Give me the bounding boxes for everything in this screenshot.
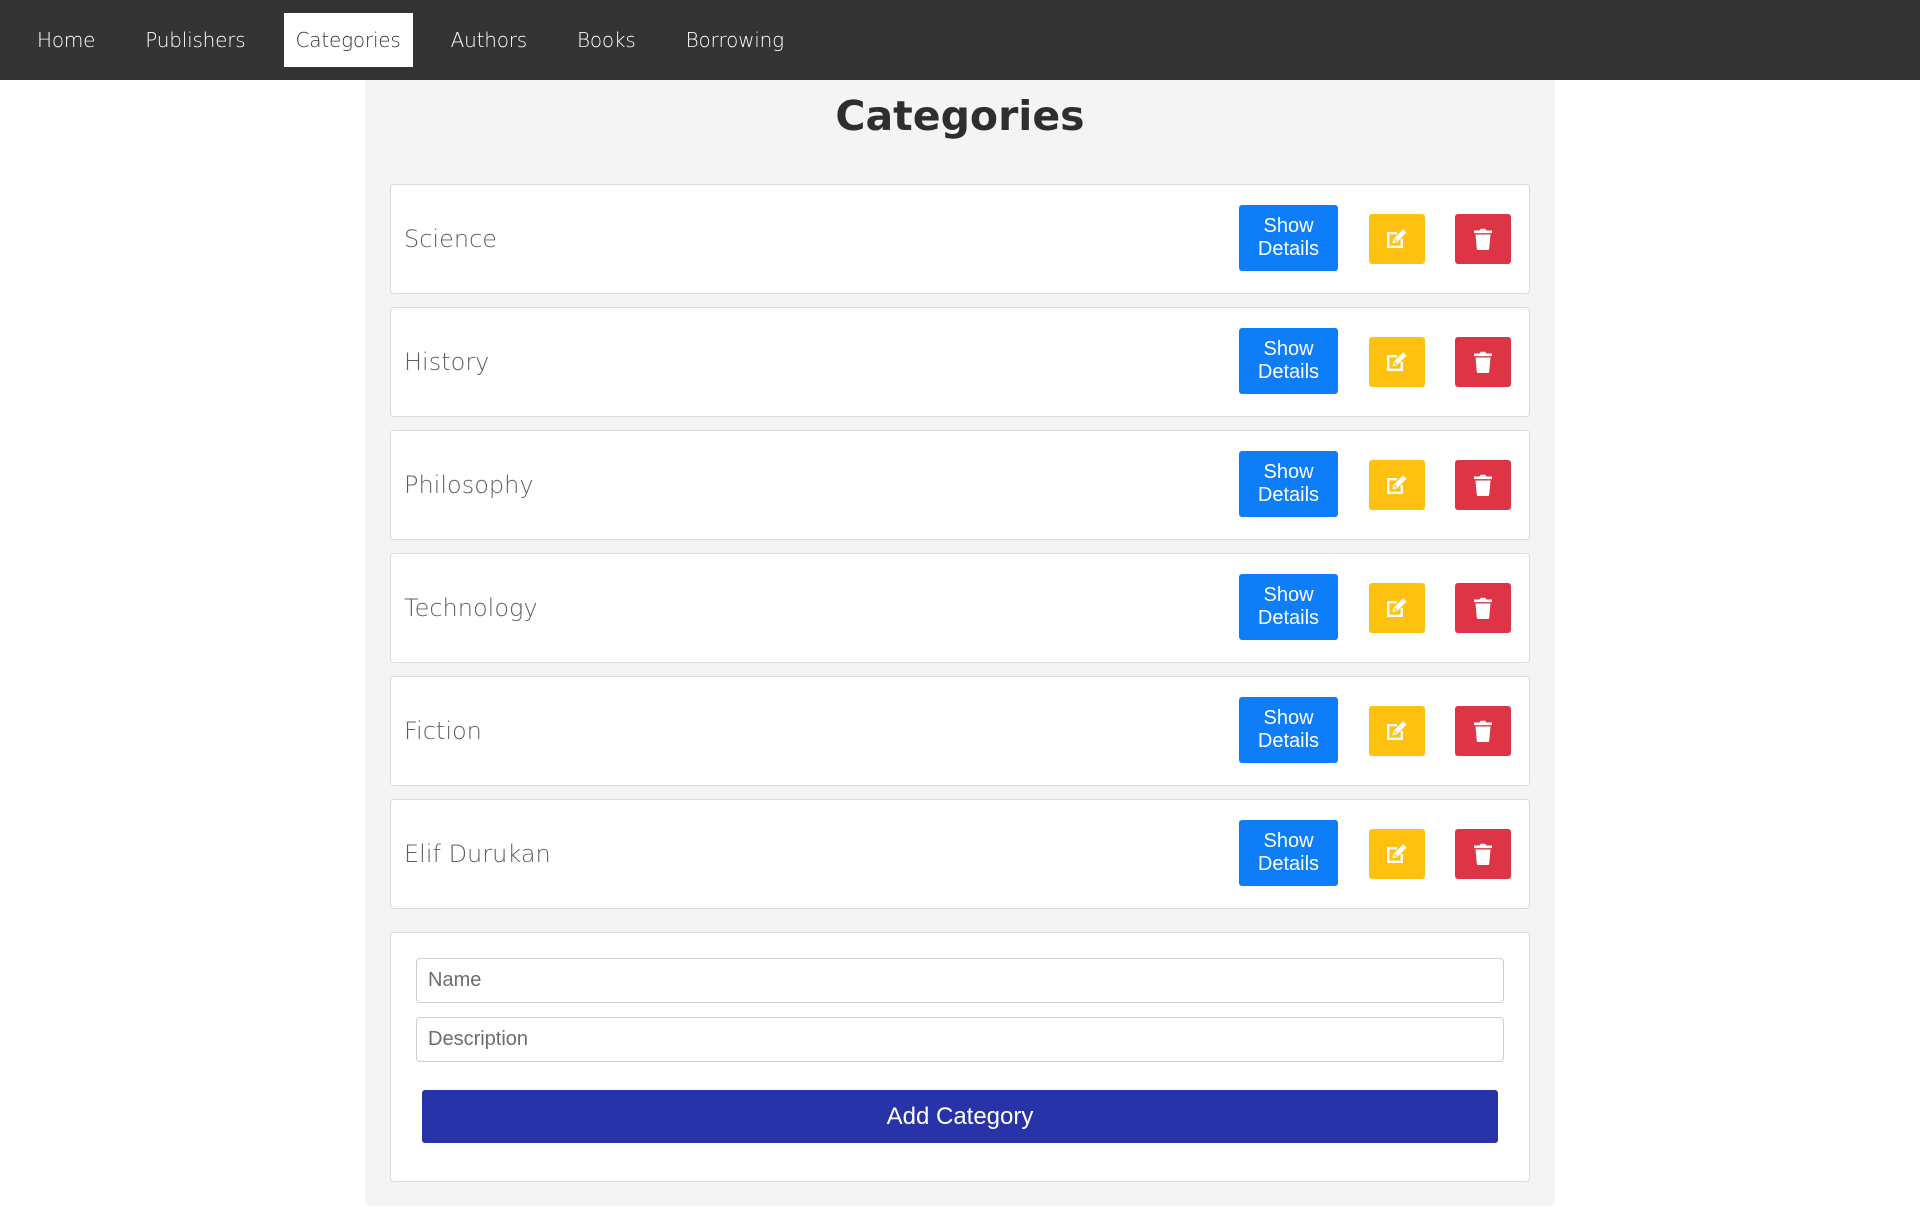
category-card: Philosophy Show Details xyxy=(390,430,1530,540)
edit-button[interactable] xyxy=(1369,829,1425,879)
show-details-button[interactable]: Show Details xyxy=(1239,205,1338,271)
show-details-button[interactable]: Show Details xyxy=(1239,328,1338,394)
nav-item-borrowing[interactable]: Borrowing xyxy=(674,13,796,67)
delete-button[interactable] xyxy=(1455,460,1511,510)
category-name: Science xyxy=(404,225,498,253)
name-input[interactable] xyxy=(416,958,1504,1003)
trash-icon xyxy=(1474,474,1492,496)
category-name: Elif Durukan xyxy=(404,840,551,868)
edit-icon xyxy=(1387,721,1407,740)
category-card: Fiction Show Details xyxy=(390,676,1530,786)
add-category-button[interactable]: Add Category xyxy=(422,1090,1498,1143)
category-card: Technology Show Details xyxy=(390,553,1530,663)
nav-item-authors[interactable]: Authors xyxy=(439,13,539,67)
trash-icon xyxy=(1474,720,1492,742)
category-name: History xyxy=(404,348,490,376)
delete-button[interactable] xyxy=(1455,337,1511,387)
trash-icon xyxy=(1474,597,1492,619)
edit-icon xyxy=(1387,352,1407,371)
show-details-button[interactable]: Show Details xyxy=(1239,820,1338,886)
edit-icon xyxy=(1387,475,1407,494)
category-card: History Show Details xyxy=(390,307,1530,417)
category-name: Fiction xyxy=(404,717,482,745)
category-card: Science Show Details xyxy=(390,184,1530,294)
description-input[interactable] xyxy=(416,1017,1504,1062)
edit-icon xyxy=(1387,844,1407,863)
category-card: Elif Durukan Show Details xyxy=(390,799,1530,909)
edit-button[interactable] xyxy=(1369,706,1425,756)
edit-button[interactable] xyxy=(1369,214,1425,264)
add-category-form: Add Category xyxy=(390,932,1530,1182)
trash-icon xyxy=(1474,843,1492,865)
delete-button[interactable] xyxy=(1455,214,1511,264)
edit-button[interactable] xyxy=(1369,583,1425,633)
edit-button[interactable] xyxy=(1369,460,1425,510)
delete-button[interactable] xyxy=(1455,829,1511,879)
nav-item-publishers[interactable]: Publishers xyxy=(133,13,257,67)
nav-item-books[interactable]: Books xyxy=(565,13,648,67)
main-container: Categories Science Show Details History … xyxy=(365,80,1555,1206)
delete-button[interactable] xyxy=(1455,706,1511,756)
show-details-button[interactable]: Show Details xyxy=(1239,451,1338,517)
category-name: Technology xyxy=(404,594,538,622)
category-name: Philosophy xyxy=(404,471,534,499)
top-navbar: Home Publishers Categories Authors Books… xyxy=(0,0,1920,80)
edit-icon xyxy=(1387,229,1407,248)
page-title: Categories xyxy=(835,92,1085,140)
show-details-button[interactable]: Show Details xyxy=(1239,574,1338,640)
trash-icon xyxy=(1474,351,1492,373)
trash-icon xyxy=(1474,228,1492,250)
category-list: Science Show Details History Show Detail… xyxy=(390,184,1530,922)
nav-item-home[interactable]: Home xyxy=(25,13,107,67)
edit-icon xyxy=(1387,598,1407,617)
edit-button[interactable] xyxy=(1369,337,1425,387)
nav-item-categories[interactable]: Categories xyxy=(283,13,413,67)
delete-button[interactable] xyxy=(1455,583,1511,633)
show-details-button[interactable]: Show Details xyxy=(1239,697,1338,763)
